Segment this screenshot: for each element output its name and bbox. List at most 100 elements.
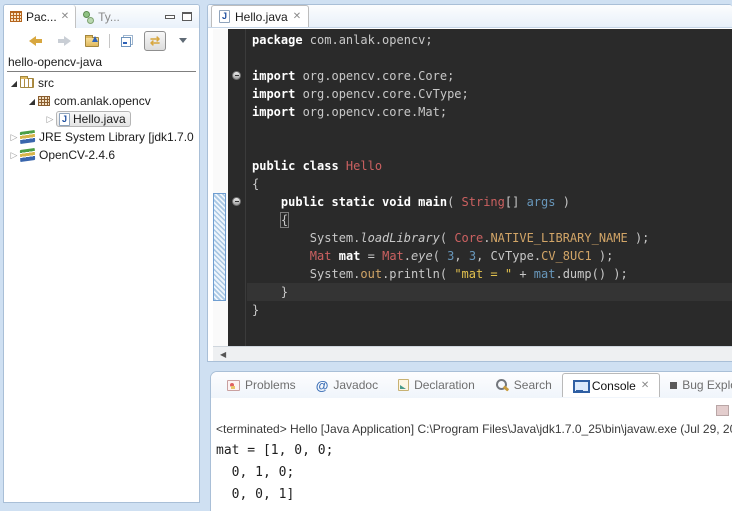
tree-item-com-anlak-opencv[interactable]: ◢ com.anlak.opencv — [4, 92, 199, 110]
package-explorer-icon — [10, 11, 22, 22]
search-icon — [495, 379, 509, 392]
package-explorer-toolbar: ⇄ — [4, 28, 199, 53]
console-icon — [573, 380, 587, 392]
fold-collapse-icon[interactable] — [232, 197, 241, 206]
tree-item-jre-system-library-jdk1-7-0[interactable]: ▷JRE System Library [jdk1.7.0 — [4, 128, 199, 146]
collapse-all-icon — [121, 35, 133, 47]
source-folder-icon — [20, 78, 34, 88]
tab-label: Ty... — [98, 10, 120, 24]
close-icon[interactable]: ✕ — [293, 12, 301, 22]
back-button[interactable] — [25, 31, 47, 51]
expand-arrow-icon[interactable]: ▷ — [8, 132, 20, 143]
tab-label: Declaration — [414, 378, 475, 392]
code-line — [252, 49, 732, 67]
package-icon — [38, 96, 50, 106]
up-button[interactable] — [81, 31, 103, 51]
tab-label: Bug Explorer — [682, 378, 732, 392]
editor-tab-bar: J Hello.java ✕ — [208, 5, 732, 28]
code-line: import org.opencv.core.CvType; — [252, 85, 732, 103]
panel-window-buttons — [165, 12, 199, 21]
bottom-tab-bar: Problems @Javadoc Declaration Search Console… — [211, 372, 732, 398]
tab-bug-explorer[interactable]: Bug Explorer — [660, 373, 732, 397]
type-hierarchy-icon — [82, 11, 94, 23]
console-panel: Problems @Javadoc Declaration Search Console… — [210, 371, 732, 511]
package-explorer-panel: Pac... ✕ Ty... ⇄ hello-opencv-java ◢src◢… — [3, 4, 200, 503]
code-line: import org.opencv.core.Core; — [252, 67, 732, 85]
horizontal-scrollbar[interactable]: ◀ — [213, 346, 732, 362]
scroll-left-icon[interactable]: ◀ — [213, 350, 226, 359]
console-output-line: mat = [1, 0, 0; — [216, 440, 732, 462]
tab-hello-java[interactable]: J Hello.java ✕ — [211, 5, 309, 27]
link-with-editor-button[interactable]: ⇄ — [144, 31, 166, 51]
tab-package-explorer[interactable]: Pac... ✕ — [4, 5, 76, 28]
tree-item-label: com.anlak.opencv — [54, 94, 151, 108]
link-with-editor-icon: ⇄ — [150, 35, 160, 47]
code-line — [252, 139, 732, 157]
editor-group: J Hello.java ✕ package com.anlak.opencv;… — [207, 4, 732, 362]
tree-item-opencv-2-4-6[interactable]: ▷ OpenCV-2.4.6 — [4, 146, 199, 164]
method-range-indicator — [213, 193, 226, 301]
code-line: public class Hello — [252, 157, 732, 175]
tab-javadoc[interactable]: @Javadoc — [306, 373, 388, 397]
code-line: } — [252, 301, 732, 319]
eclipse-window: Pac... ✕ Ty... ⇄ hello-opencv-java ◢src◢… — [0, 0, 732, 511]
tree-item-label: Hello.java — [73, 112, 126, 126]
toolbar-separator — [109, 34, 110, 48]
tab-label: Pac... — [26, 10, 57, 24]
expand-arrow-icon[interactable]: ▷ — [44, 114, 56, 125]
tree-item-hello-java[interactable]: ▷JHello.java — [4, 110, 199, 128]
collapse-all-button[interactable] — [116, 31, 138, 51]
tree-item-label: OpenCV-2.4.6 — [39, 148, 115, 162]
editor-vertical-ruler — [213, 29, 228, 346]
code-text: package com.anlak.opencv; import org.open… — [252, 31, 732, 319]
expand-arrow-icon[interactable]: ◢ — [26, 97, 38, 106]
tab-search[interactable]: Search — [485, 373, 562, 397]
minimize-icon[interactable] — [165, 15, 175, 19]
tree-item-label: src — [38, 76, 54, 90]
project-tree: ◢src◢com.anlak.opencv▷JHello.java▷JRE Sy… — [4, 72, 199, 164]
tab-label: Javadoc — [333, 378, 378, 392]
code-line: import org.opencv.core.Mat; — [252, 103, 732, 121]
project-label[interactable]: hello-opencv-java — [7, 54, 196, 72]
view-menu-button[interactable] — [172, 31, 194, 51]
library-icon — [20, 130, 35, 144]
code-line: { — [252, 211, 732, 229]
tab-type-hierarchy[interactable]: Ty... — [76, 5, 126, 28]
code-line: System.loadLibrary( Core.NATIVE_LIBRARY_… — [252, 229, 732, 247]
tab-console[interactable]: Console✕ — [562, 373, 660, 397]
close-icon[interactable]: ✕ — [61, 12, 69, 22]
up-folder-icon — [85, 37, 99, 47]
problems-icon — [227, 380, 240, 391]
tab-label: Problems — [245, 378, 296, 392]
close-icon[interactable]: ✕ — [641, 381, 649, 391]
tab-label: Hello.java — [235, 10, 288, 24]
code-line: package com.anlak.opencv; — [252, 31, 732, 49]
console-output-line: 0, 1, 0; — [216, 462, 732, 484]
code-line: } — [252, 283, 732, 301]
console-status-line: <terminated> Hello [Java Application] C:… — [216, 422, 732, 436]
expand-arrow-icon[interactable]: ◢ — [8, 79, 20, 88]
bug-icon — [670, 382, 677, 389]
java-file-icon: J — [219, 10, 230, 23]
left-panel-tab-bar: Pac... ✕ Ty... — [4, 5, 199, 28]
fold-collapse-icon[interactable] — [232, 71, 241, 80]
view-menu-icon — [179, 38, 187, 43]
code-line: { — [252, 175, 732, 193]
code-line — [252, 121, 732, 139]
forward-arrow-icon — [57, 35, 71, 47]
code-line: public static void main( String[] args ) — [252, 193, 732, 211]
declaration-icon — [398, 379, 409, 391]
tab-label: Search — [514, 378, 552, 392]
maximize-icon[interactable] — [182, 12, 192, 21]
tab-declaration[interactable]: Declaration — [388, 373, 485, 397]
folding-column — [228, 29, 246, 346]
forward-button[interactable] — [53, 31, 75, 51]
expand-arrow-icon[interactable]: ▷ — [8, 150, 20, 161]
console-output-line: 0, 0, 1] — [216, 484, 732, 506]
console-toolbar-icon[interactable] — [716, 405, 729, 416]
selected-tree-item: JHello.java — [56, 111, 131, 127]
tab-problems[interactable]: Problems — [217, 373, 306, 397]
code-editor[interactable]: package com.anlak.opencv; import org.open… — [228, 29, 732, 346]
tree-item-src[interactable]: ◢ src — [4, 74, 199, 92]
code-line: Mat mat = Mat.eye( 3, 3, CvType.CV_8UC1 … — [252, 247, 732, 265]
